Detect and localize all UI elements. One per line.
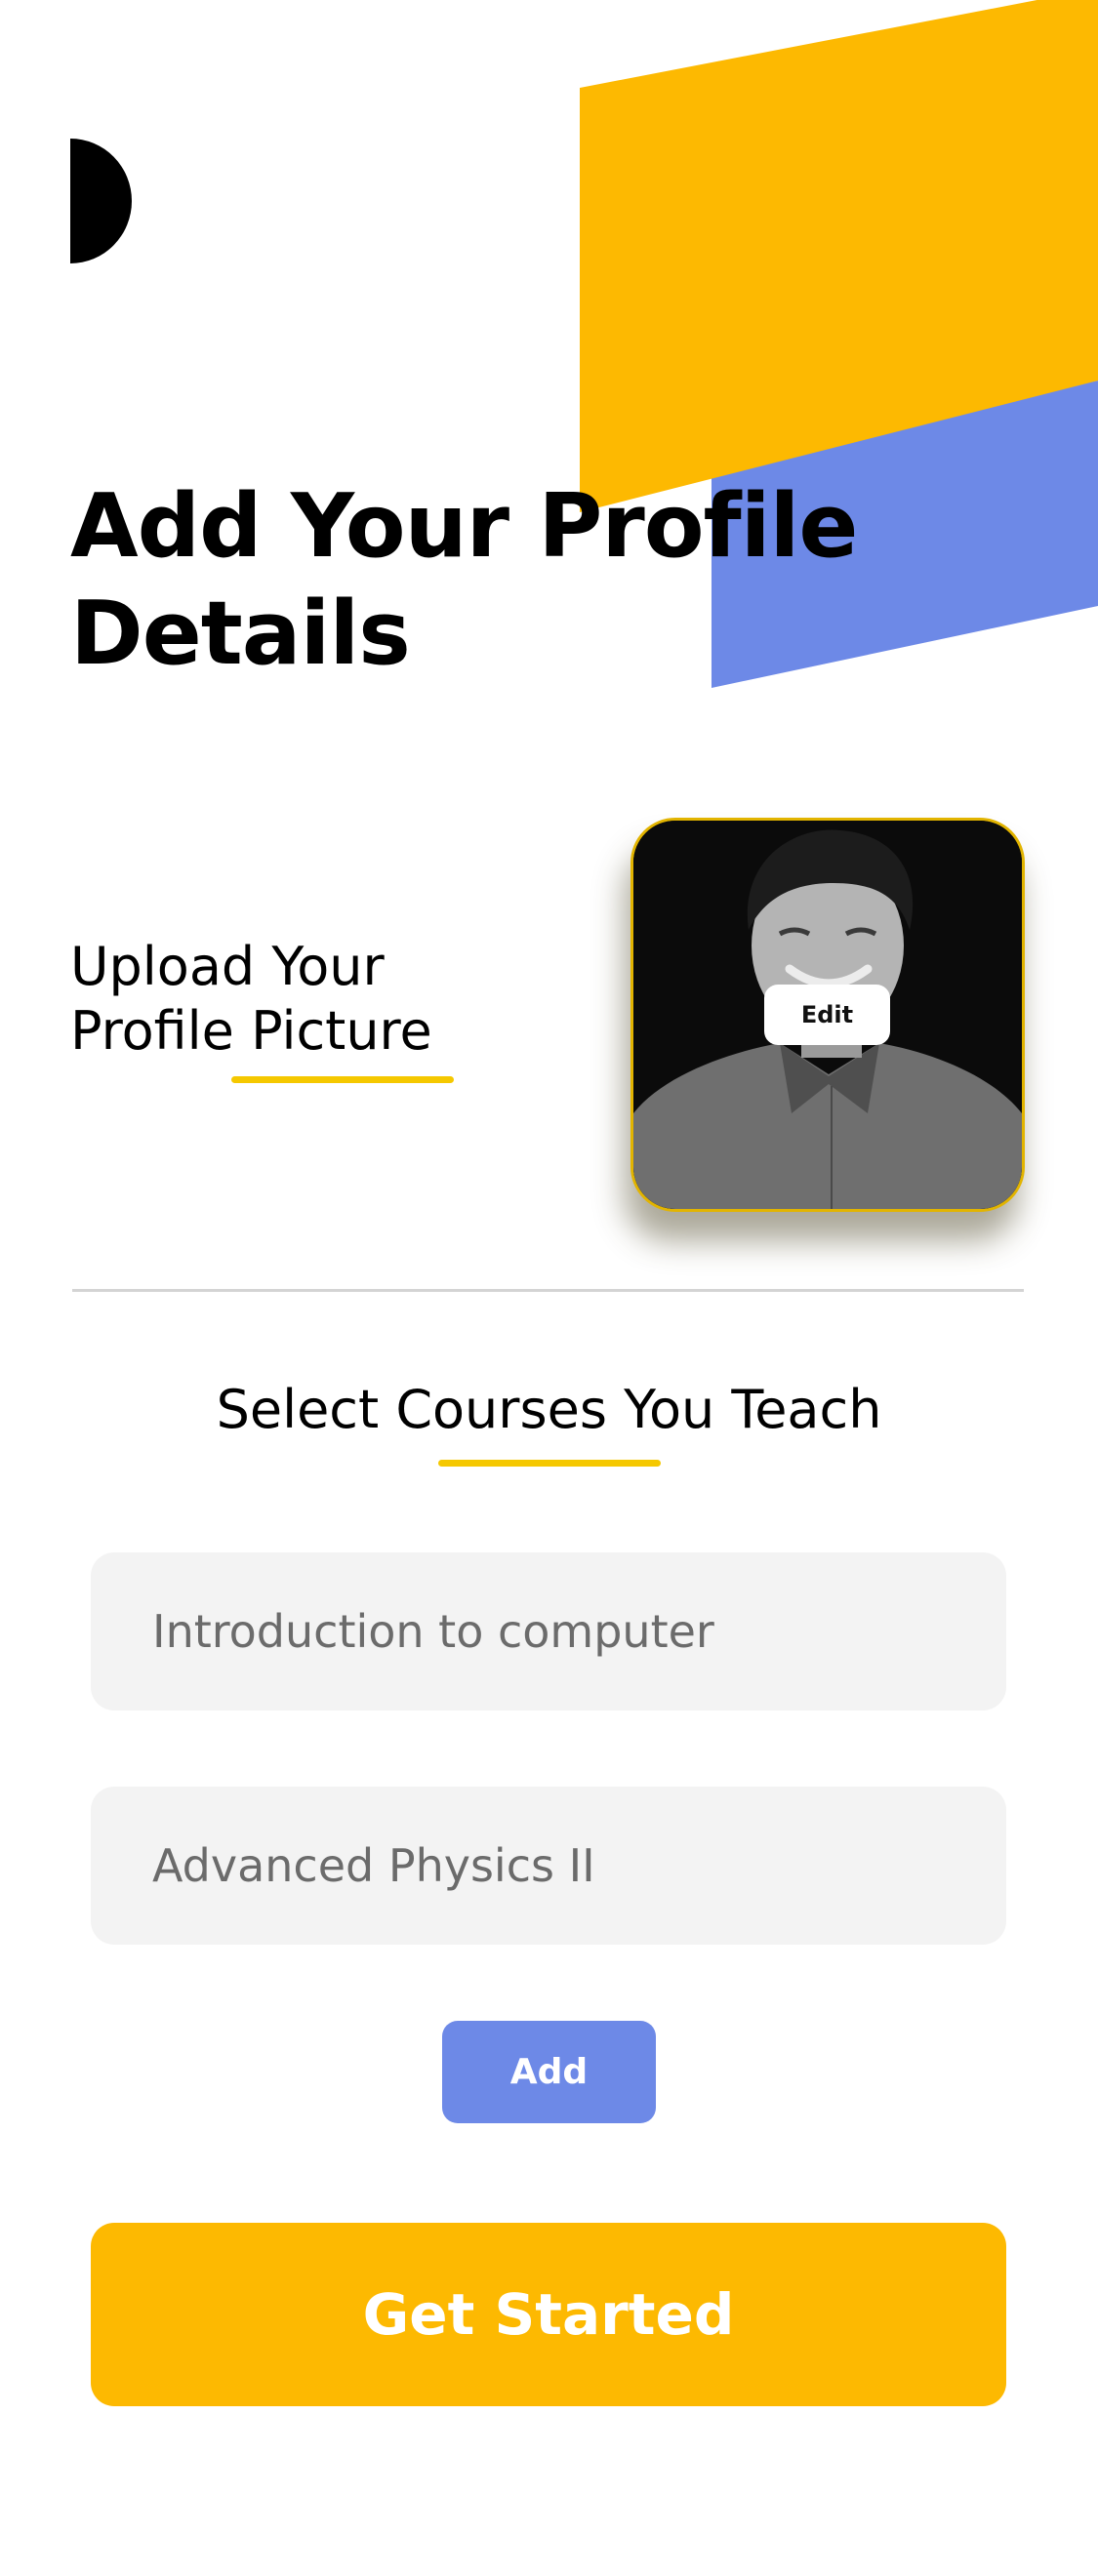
upload-label-underline (231, 1076, 454, 1083)
courses-section-title: Select Courses You Teach (216, 1379, 882, 1440)
add-course-button[interactable]: Add (442, 2021, 656, 2123)
edit-picture-button[interactable]: Edit (764, 985, 890, 1045)
course-input-1[interactable]: Introduction to computer (91, 1552, 1006, 1711)
page-title: Add Your Profile Details (70, 475, 858, 685)
section-divider (72, 1289, 1024, 1292)
background-decoration (580, 0, 1098, 688)
course-input-2[interactable]: Advanced Physics II (91, 1787, 1006, 1945)
half-circle-logo-icon (70, 139, 132, 263)
get-started-button[interactable]: Get Started (91, 2223, 1006, 2406)
yellow-parallelogram-shape (580, 0, 1098, 512)
courses-title-underline (438, 1460, 661, 1467)
upload-picture-label: Upload Your Profile Picture (70, 936, 432, 1062)
